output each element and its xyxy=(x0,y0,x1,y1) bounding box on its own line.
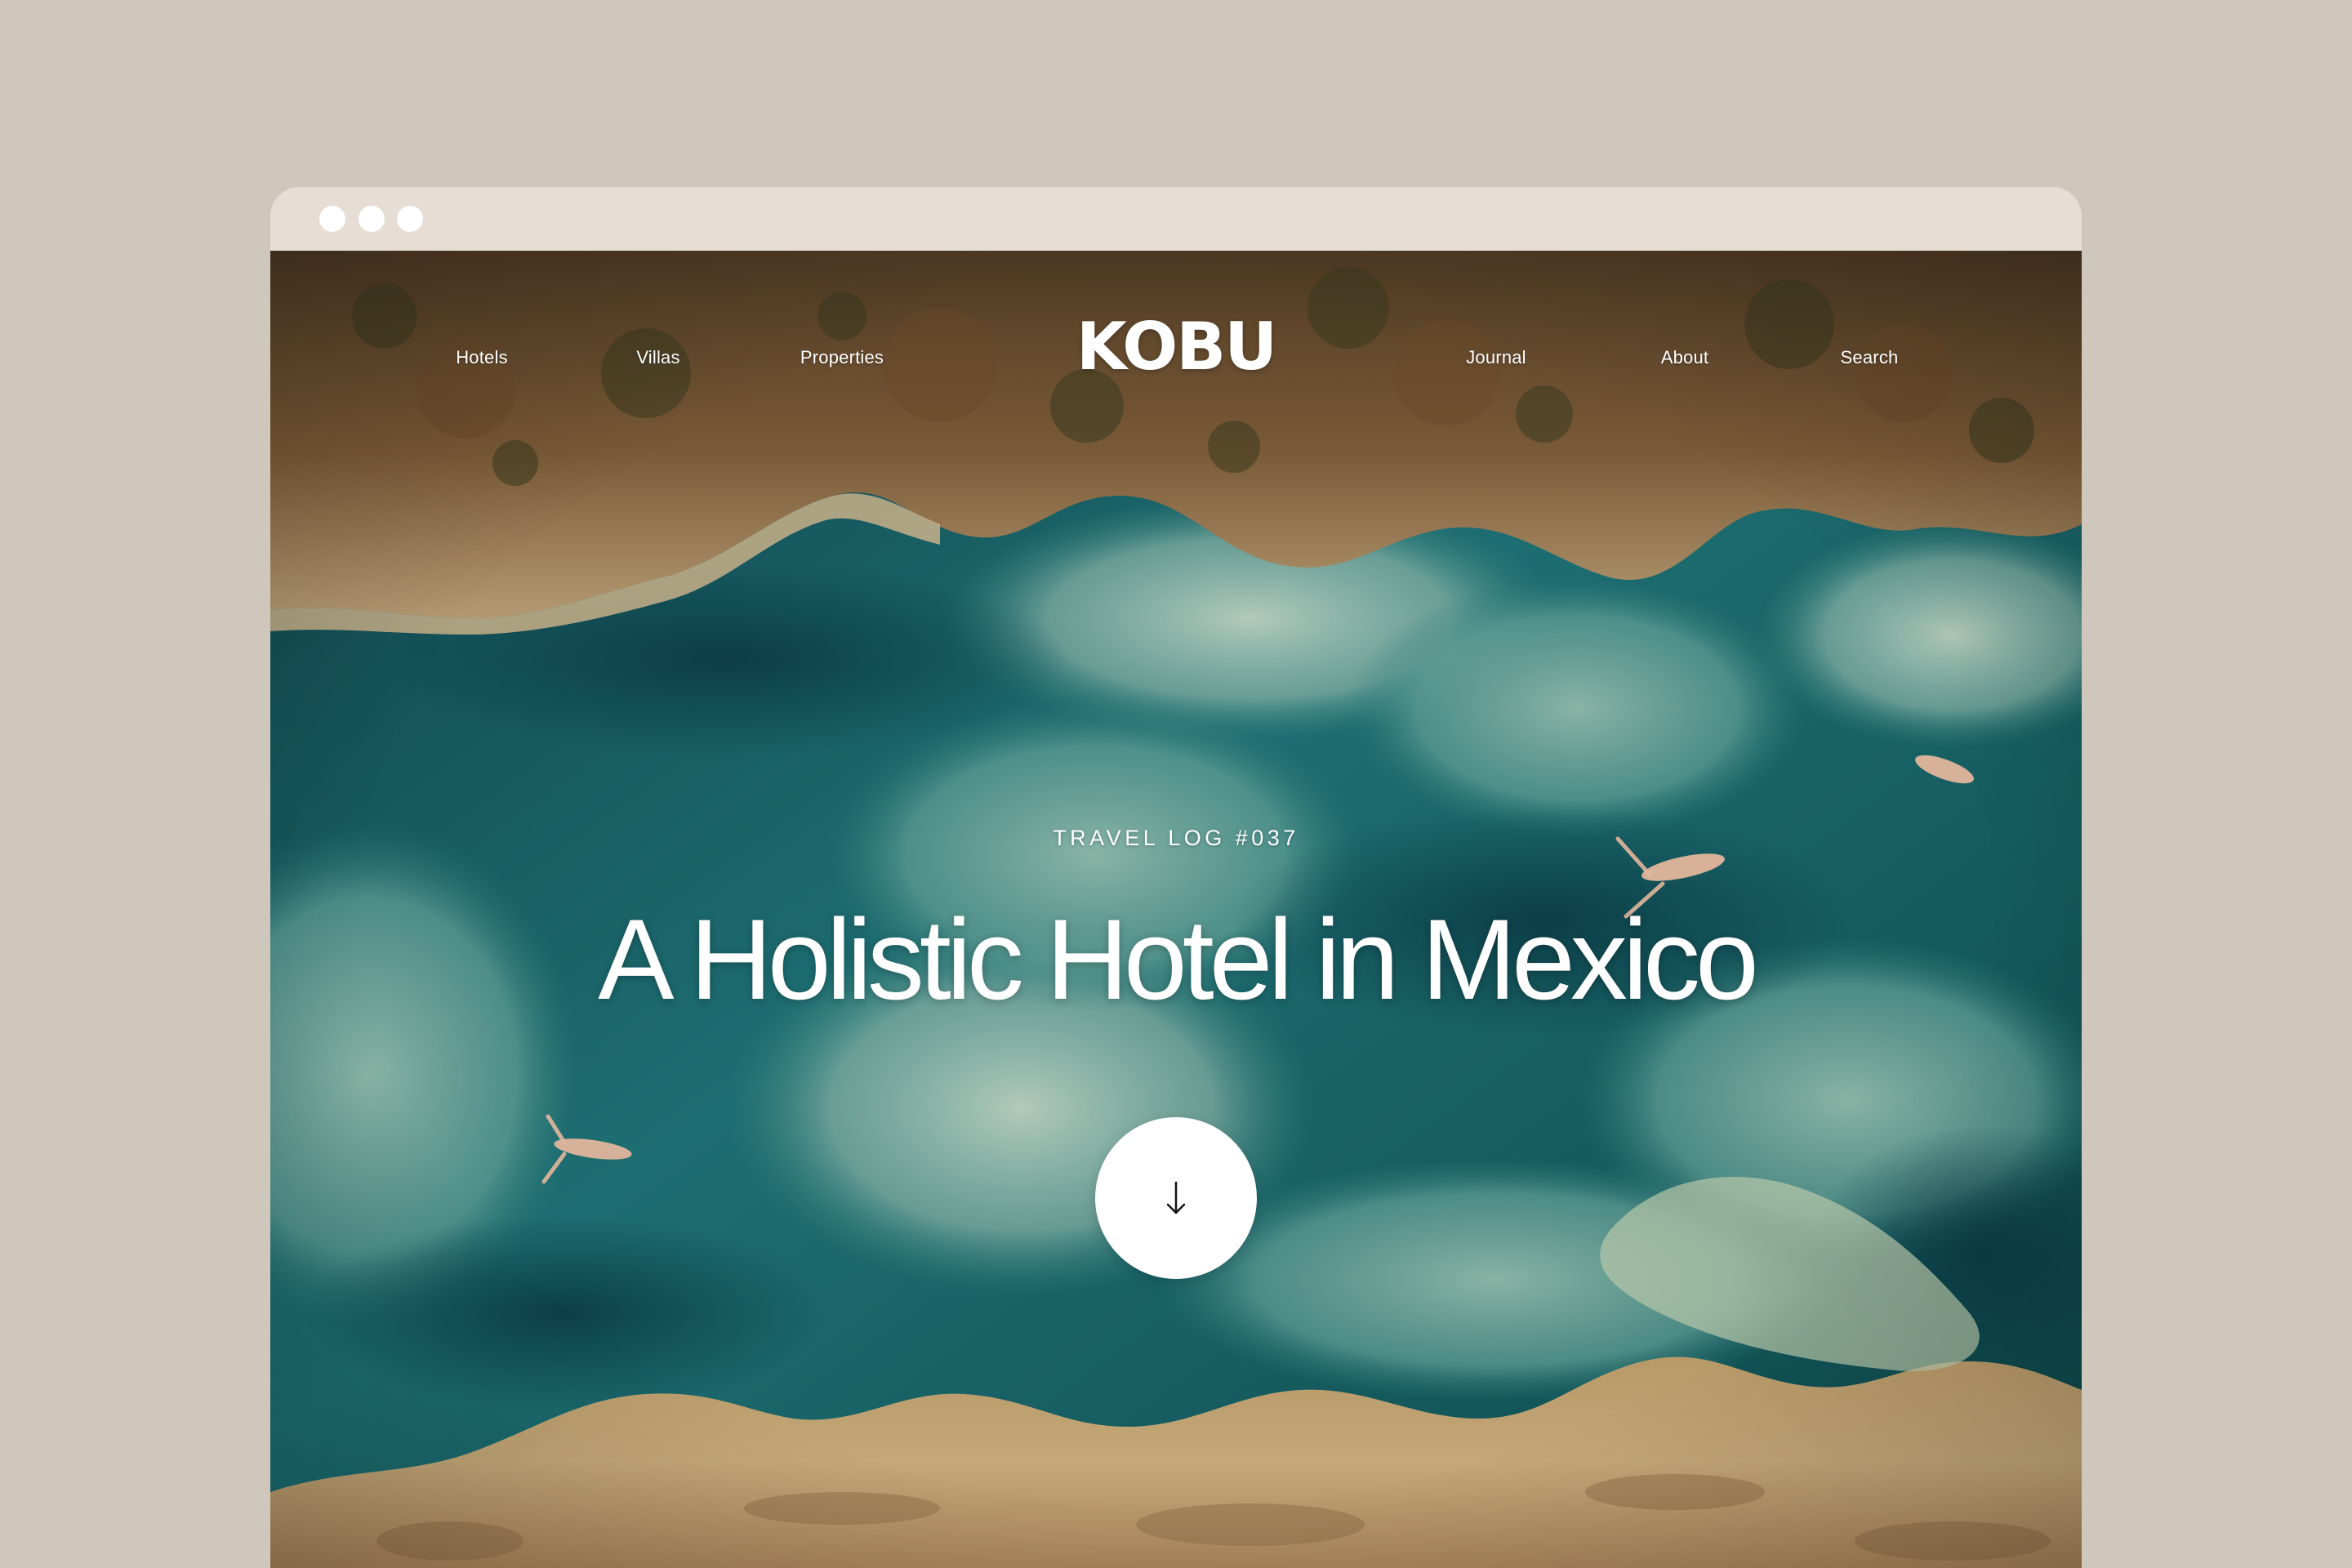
nav-link-properties[interactable]: Properties xyxy=(800,347,884,368)
browser-chrome xyxy=(270,187,2082,251)
window-control-dot[interactable] xyxy=(319,206,345,232)
hero-eyebrow: TRAVEL LOG #037 xyxy=(1053,826,1299,850)
nav-link-search[interactable]: Search xyxy=(1841,347,1899,368)
nav-link-villas[interactable]: Villas xyxy=(636,347,679,368)
scroll-down-button[interactable] xyxy=(1095,1117,1257,1279)
hero-title: A Holistic Hotel in Mexico xyxy=(598,895,1759,1023)
window-control-dot[interactable] xyxy=(397,206,423,232)
nav-link-about[interactable]: About xyxy=(1661,347,1709,368)
browser-window: Hotels Villas Properties KOBU Journal Ab… xyxy=(270,187,2082,1568)
arrow-down-icon xyxy=(1166,1181,1186,1214)
hero-section: Hotels Villas Properties KOBU Journal Ab… xyxy=(270,251,2082,1568)
window-control-dot[interactable] xyxy=(359,206,385,232)
nav-link-journal[interactable]: Journal xyxy=(1466,347,1526,368)
nav-link-hotels[interactable]: Hotels xyxy=(456,347,508,368)
brand-logo[interactable]: KOBU xyxy=(1076,314,1277,380)
